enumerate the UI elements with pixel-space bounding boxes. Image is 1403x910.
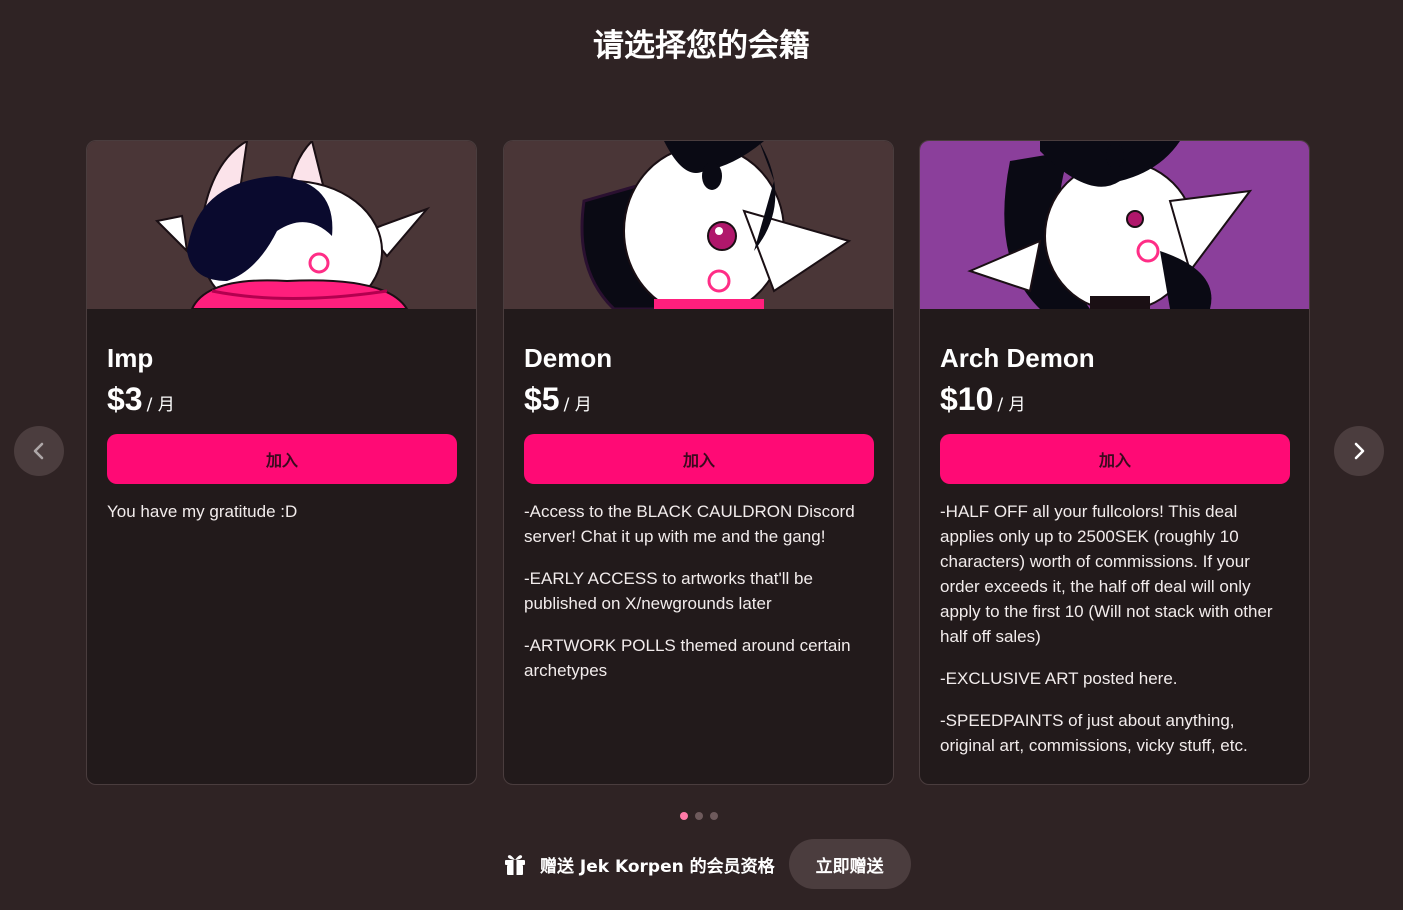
tier-card-imp: Imp $3 / 月 加入 You have my gratitude :D (86, 140, 477, 785)
gift-membership-row: 赠送 Jek Korpen 的会员资格 立即赠送 (502, 839, 911, 889)
tier-card-arch-demon: Arch Demon $10 / 月 加入 -HALF OFF all your… (919, 140, 1310, 785)
tier-period: / 月 (563, 395, 592, 415)
chevron-left-icon (33, 442, 44, 460)
benefit-item: -SPEEDPAINTS of just about anything, ori… (940, 711, 1248, 755)
benefit-item: -ARTWORK POLLS themed around certain arc… (524, 636, 851, 680)
join-button-arch-demon[interactable]: 加入 (940, 434, 1290, 484)
chevron-right-icon (1354, 442, 1365, 460)
tier-banner-image (920, 141, 1309, 309)
benefit-item: -EARLY ACCESS to artworks that'll be pub… (524, 569, 813, 613)
tier-banner-image (504, 141, 893, 309)
carousel-dot[interactable] (710, 812, 718, 820)
tier-name: Demon (524, 343, 613, 373)
tier-price: $5 (524, 381, 560, 417)
carousel-dot[interactable] (695, 812, 703, 820)
page-title: 请选择您的会籍 (593, 28, 810, 64)
benefit-item: -HALF OFF all your fullcolors! This deal… (940, 502, 1273, 646)
carousel-next-button[interactable] (1334, 426, 1384, 476)
tier-benefits: -Access to the BLACK CAULDRON Discord se… (524, 499, 873, 683)
tier-banner-image (87, 141, 476, 309)
tier-name: Arch Demon (940, 343, 1095, 373)
tier-period: / 月 (997, 395, 1026, 415)
tier-name: Imp (107, 343, 154, 373)
tier-period: / 月 (146, 395, 175, 415)
carousel-prev-button[interactable] (14, 426, 64, 476)
tier-benefits: You have my gratitude :D (107, 499, 456, 524)
gift-icon (505, 855, 525, 875)
benefit-item: -Access to the BLACK CAULDRON Discord se… (524, 502, 855, 546)
carousel-dot[interactable] (680, 812, 688, 820)
join-button-imp[interactable]: 加入 (107, 434, 457, 484)
gift-membership-text: 赠送 Jek Korpen 的会员资格 (540, 856, 775, 877)
tier-card-demon: Demon $5 / 月 加入 -Access to the BLACK CAU… (503, 140, 894, 785)
benefit-item: You have my gratitude :D (107, 502, 298, 521)
gift-now-button[interactable]: 立即赠送 (788, 839, 911, 889)
benefit-item: -EXCLUSIVE ART posted here. (940, 669, 1178, 688)
carousel-pagination (680, 812, 718, 820)
join-button-demon[interactable]: 加入 (524, 434, 874, 484)
tier-price: $3 (107, 381, 143, 417)
tier-benefits: -HALF OFF all your fullcolors! This deal… (940, 499, 1289, 758)
tier-price: $10 (940, 381, 994, 417)
